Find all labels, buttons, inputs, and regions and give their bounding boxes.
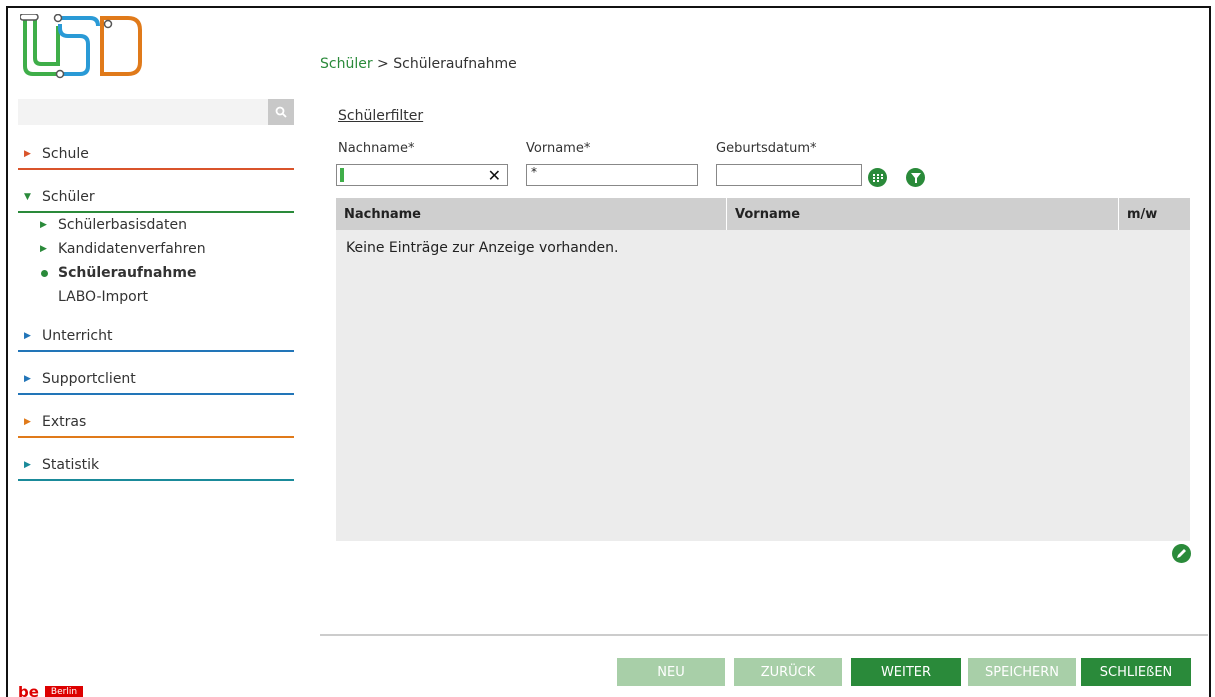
calendar-button[interactable]: [868, 168, 887, 187]
vorname-label: Vorname*: [526, 141, 591, 156]
sidebar-item-label: Schule: [42, 146, 89, 162]
search-icon: [275, 106, 287, 118]
nachname-field[interactable]: ✕: [336, 164, 508, 186]
sidebar-submenu-schueler: ▶ Schülerbasisdaten ▶ Kandidatenverfahre…: [18, 213, 294, 309]
sidebar-nav: ▶ Schule ▼ Schüler ▶ Schülerbasisdaten ▶…: [18, 140, 294, 494]
triangle-right-icon: ▶: [24, 374, 31, 384]
sidebar-item-label: Extras: [42, 414, 87, 430]
funnel-icon: [910, 172, 921, 183]
sidebar-subitem-schuelerbasisdaten[interactable]: ▶ Schülerbasisdaten: [40, 213, 294, 237]
sidebar-item-statistik[interactable]: ▶ Statistik: [18, 451, 294, 481]
berlin-logo: be Berlin: [18, 686, 84, 697]
search-input[interactable]: [18, 99, 270, 123]
sidebar-item-schueler[interactable]: ▼ Schüler: [18, 183, 294, 213]
sidebar-item-label: Unterricht: [42, 328, 113, 344]
triangle-right-icon: ▶: [24, 331, 31, 341]
calendar-icon: [872, 173, 883, 182]
geburtsdatum-label: Geburtsdatum*: [716, 141, 817, 156]
triangle-right-icon: ▶: [24, 149, 31, 159]
clear-icon[interactable]: ✕: [488, 166, 501, 185]
speichern-button[interactable]: SPEICHERN: [968, 658, 1076, 686]
triangle-right-icon: ▶: [24, 417, 31, 427]
vorname-value: *: [531, 165, 537, 179]
breadcrumb-current: Schüleraufnahme: [393, 56, 517, 72]
neu-button[interactable]: NEU: [617, 658, 725, 686]
triangle-down-icon: ▼: [24, 192, 31, 202]
triangle-right-icon: ▶: [40, 220, 47, 230]
sidebar-subitem-labo-import[interactable]: LABO-Import: [40, 285, 294, 309]
search-button[interactable]: [268, 99, 294, 125]
text-cursor: [340, 168, 344, 182]
berlin-logo-text: Berlin: [44, 686, 84, 697]
sidebar-subitem-label: Schülerbasisdaten: [58, 217, 187, 233]
edit-button[interactable]: [1172, 544, 1191, 563]
sidebar-item-extras[interactable]: ▶ Extras: [18, 408, 294, 438]
sidebar-subitem-schueleraufnahme[interactable]: Schüleraufnahme: [40, 261, 294, 285]
column-header-mw[interactable]: m/w: [1119, 198, 1190, 230]
column-header-vorname[interactable]: Vorname: [727, 198, 1119, 230]
active-dot-icon: [41, 269, 48, 277]
sidebar-item-unterricht[interactable]: ▶ Unterricht: [18, 322, 294, 352]
sidebar-subitem-label: Schüleraufnahme: [58, 265, 197, 281]
breadcrumb: Schüler > Schüleraufnahme: [320, 56, 517, 72]
sidebar-item-label: Statistik: [42, 457, 100, 473]
pencil-icon: [1177, 549, 1186, 558]
schliessen-button[interactable]: SCHLIEßEN: [1081, 658, 1191, 686]
sidebar-item-label: Schüler: [42, 189, 95, 205]
sidebar-subitem-kandidatenverfahren[interactable]: ▶ Kandidatenverfahren: [40, 237, 294, 261]
be-logo-text: be: [18, 686, 39, 697]
footer-divider: [320, 634, 1208, 636]
sidebar-item-label: Supportclient: [42, 371, 136, 387]
sidebar-item-supportclient[interactable]: ▶ Supportclient: [18, 365, 294, 395]
filter-title[interactable]: Schülerfilter: [338, 108, 423, 124]
breadcrumb-separator: >: [372, 56, 394, 72]
zurueck-button[interactable]: ZURÜCK: [734, 658, 842, 686]
weiter-button[interactable]: WEITER: [851, 658, 961, 686]
filter-button[interactable]: [906, 168, 925, 187]
sidebar-search: [18, 99, 294, 125]
breadcrumb-link-schueler[interactable]: Schüler: [320, 56, 373, 72]
usd-logo: [20, 14, 142, 79]
sidebar-subitem-label: Kandidatenverfahren: [58, 241, 206, 257]
sidebar-item-schule[interactable]: ▶ Schule: [18, 140, 294, 170]
geburtsdatum-field[interactable]: [716, 164, 862, 186]
empty-message: Keine Einträge zur Anzeige vorhanden.: [346, 240, 619, 256]
table-header: Nachname Vorname m/w: [336, 198, 1190, 230]
triangle-right-icon: ▶: [40, 244, 47, 254]
triangle-right-icon: ▶: [24, 460, 31, 470]
vorname-field[interactable]: *: [526, 164, 698, 186]
sidebar-subitem-label: LABO-Import: [58, 289, 148, 305]
column-header-nachname[interactable]: Nachname: [336, 198, 727, 230]
results-table: Nachname Vorname m/w Keine Einträge zur …: [336, 198, 1190, 541]
nachname-label: Nachname*: [338, 141, 415, 156]
